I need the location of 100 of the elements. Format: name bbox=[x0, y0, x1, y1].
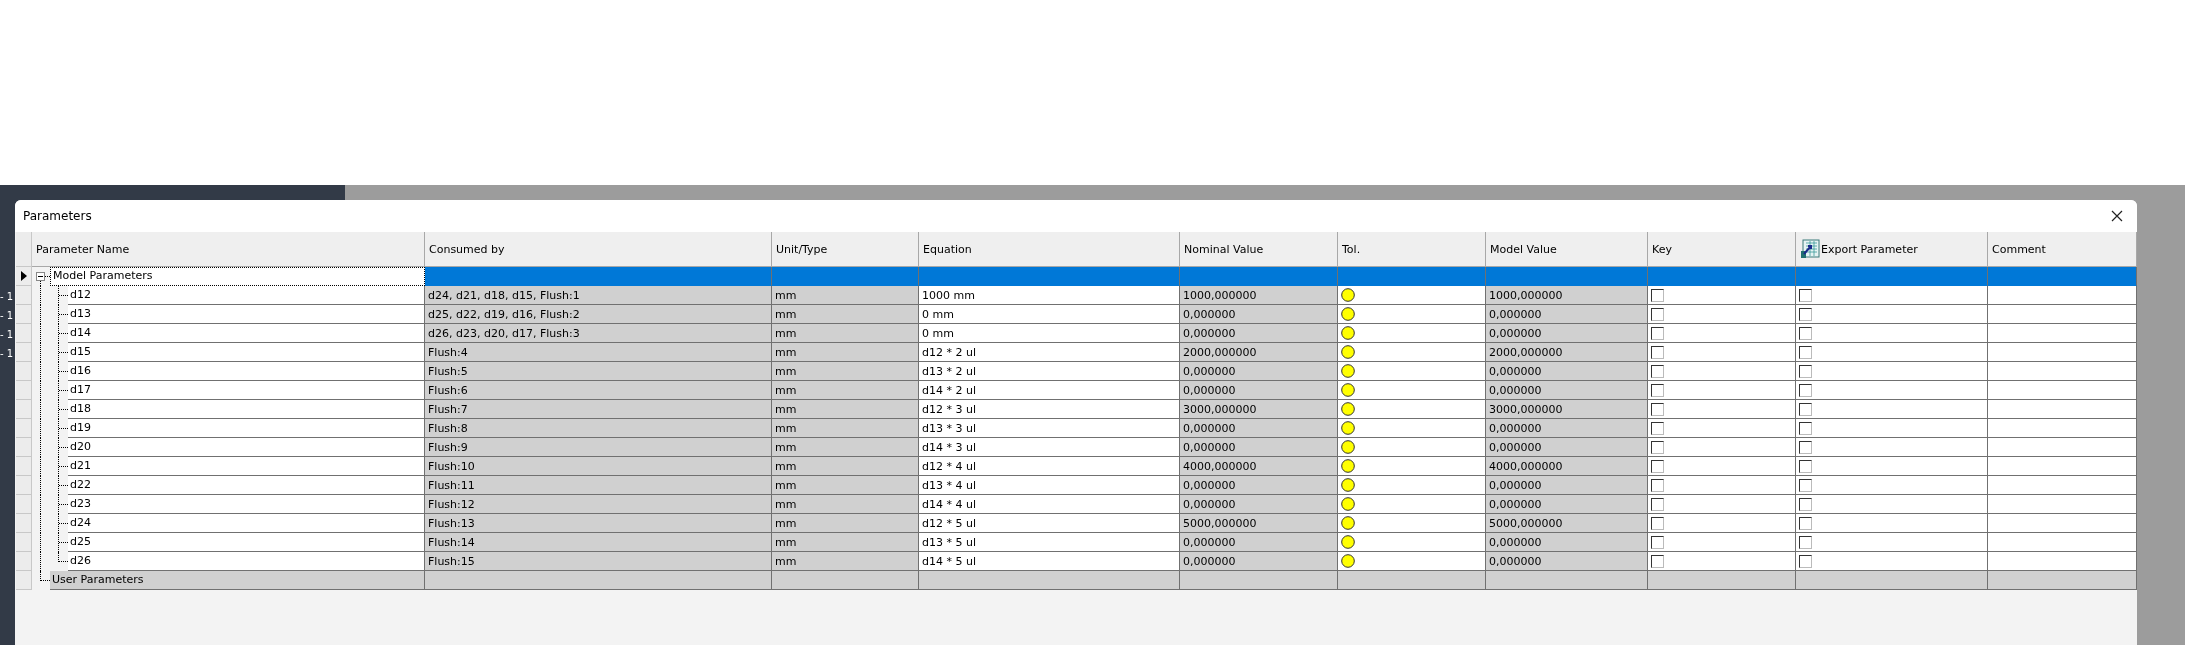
tolerance-icon[interactable] bbox=[1341, 345, 1355, 359]
group-name[interactable]: Model Parameters bbox=[50, 267, 425, 286]
equation-field[interactable]: d12 * 5 ul bbox=[919, 514, 1180, 533]
tolerance-icon[interactable] bbox=[1341, 459, 1355, 473]
key-checkbox[interactable] bbox=[1651, 516, 1664, 530]
key-checkbox[interactable] bbox=[1651, 345, 1664, 359]
export-checkbox[interactable] bbox=[1799, 535, 1812, 549]
export-checkbox[interactable] bbox=[1799, 497, 1812, 511]
export-checkbox[interactable] bbox=[1799, 554, 1812, 568]
parameter-name[interactable]: d21 bbox=[68, 457, 425, 476]
tolerance-icon[interactable] bbox=[1341, 554, 1355, 568]
equation-field[interactable]: d13 * 4 ul bbox=[919, 476, 1180, 495]
parameter-name[interactable]: d24 bbox=[68, 514, 425, 533]
tolerance-icon[interactable] bbox=[1341, 364, 1355, 378]
parameter-name[interactable]: d17 bbox=[68, 381, 425, 400]
column-header[interactable]: Tol. bbox=[1338, 232, 1486, 267]
equation-field[interactable]: d12 * 2 ul bbox=[919, 343, 1180, 362]
comment-cell[interactable] bbox=[1988, 305, 2137, 324]
close-icon[interactable] bbox=[2111, 210, 2123, 222]
tolerance-icon[interactable] bbox=[1341, 288, 1355, 302]
comment-cell[interactable] bbox=[1988, 286, 2137, 305]
parameter-name[interactable]: d12 bbox=[68, 286, 425, 305]
tolerance-icon[interactable] bbox=[1341, 383, 1355, 397]
key-checkbox[interactable] bbox=[1651, 440, 1664, 454]
key-checkbox[interactable] bbox=[1651, 421, 1664, 435]
parameter-name[interactable]: d25 bbox=[68, 533, 425, 552]
column-header[interactable]: Model Value bbox=[1486, 232, 1648, 267]
export-checkbox[interactable] bbox=[1799, 383, 1812, 397]
key-checkbox[interactable] bbox=[1651, 402, 1664, 416]
equation-field[interactable]: 1000 mm bbox=[919, 286, 1180, 305]
export-checkbox[interactable] bbox=[1799, 364, 1812, 378]
column-header[interactable]: Key bbox=[1648, 232, 1796, 267]
row-header[interactable] bbox=[16, 267, 32, 286]
tolerance-icon[interactable] bbox=[1341, 326, 1355, 340]
comment-cell[interactable] bbox=[1988, 514, 2137, 533]
tolerance-icon[interactable] bbox=[1341, 497, 1355, 511]
column-header[interactable]: Export Parameter bbox=[1796, 232, 1988, 267]
equation-field[interactable]: d14 * 3 ul bbox=[919, 438, 1180, 457]
comment-cell[interactable] bbox=[1988, 438, 2137, 457]
comment-cell[interactable] bbox=[1988, 419, 2137, 438]
parameter-name[interactable]: d22 bbox=[68, 476, 425, 495]
comment-cell[interactable] bbox=[1988, 552, 2137, 571]
comment-cell[interactable] bbox=[1988, 495, 2137, 514]
equation-field[interactable]: d12 * 3 ul bbox=[919, 400, 1180, 419]
export-checkbox[interactable] bbox=[1799, 288, 1812, 302]
column-header[interactable]: Consumed by bbox=[425, 232, 772, 267]
collapse-icon[interactable] bbox=[36, 272, 45, 281]
key-checkbox[interactable] bbox=[1651, 364, 1664, 378]
parameter-name[interactable]: d15 bbox=[68, 343, 425, 362]
key-checkbox[interactable] bbox=[1651, 554, 1664, 568]
export-checkbox[interactable] bbox=[1799, 459, 1812, 473]
key-checkbox[interactable] bbox=[1651, 326, 1664, 340]
tolerance-icon[interactable] bbox=[1341, 440, 1355, 454]
comment-cell[interactable] bbox=[1988, 324, 2137, 343]
comment-cell[interactable] bbox=[1988, 343, 2137, 362]
tolerance-icon[interactable] bbox=[1341, 516, 1355, 530]
equation-field[interactable]: d14 * 4 ul bbox=[919, 495, 1180, 514]
equation-field[interactable]: d14 * 2 ul bbox=[919, 381, 1180, 400]
export-checkbox[interactable] bbox=[1799, 478, 1812, 492]
column-header[interactable]: Comment bbox=[1988, 232, 2137, 267]
key-checkbox[interactable] bbox=[1651, 459, 1664, 473]
comment-cell[interactable] bbox=[1988, 400, 2137, 419]
equation-field[interactable]: d13 * 3 ul bbox=[919, 419, 1180, 438]
export-checkbox[interactable] bbox=[1799, 307, 1812, 321]
parameter-name[interactable]: d18 bbox=[68, 400, 425, 419]
comment-cell[interactable] bbox=[1988, 533, 2137, 552]
key-checkbox[interactable] bbox=[1651, 383, 1664, 397]
export-checkbox[interactable] bbox=[1799, 345, 1812, 359]
comment-cell[interactable] bbox=[1988, 476, 2137, 495]
export-checkbox[interactable] bbox=[1799, 516, 1812, 530]
comment-cell[interactable] bbox=[1988, 457, 2137, 476]
tolerance-icon[interactable] bbox=[1341, 421, 1355, 435]
key-checkbox[interactable] bbox=[1651, 288, 1664, 302]
parameter-name[interactable]: d13 bbox=[68, 305, 425, 324]
equation-field[interactable]: d13 * 5 ul bbox=[919, 533, 1180, 552]
tolerance-icon[interactable] bbox=[1341, 535, 1355, 549]
column-header[interactable]: Parameter Name bbox=[32, 232, 425, 267]
export-checkbox[interactable] bbox=[1799, 421, 1812, 435]
parameter-name[interactable]: d19 bbox=[68, 419, 425, 438]
equation-field[interactable]: d12 * 4 ul bbox=[919, 457, 1180, 476]
equation-field[interactable]: d14 * 5 ul bbox=[919, 552, 1180, 571]
parameter-name[interactable]: d16 bbox=[68, 362, 425, 381]
column-header[interactable]: Nominal Value bbox=[1180, 232, 1338, 267]
group-name[interactable]: User Parameters bbox=[50, 571, 425, 590]
export-checkbox[interactable] bbox=[1799, 440, 1812, 454]
comment-cell[interactable] bbox=[1988, 362, 2137, 381]
parameter-name[interactable]: d26 bbox=[68, 552, 425, 571]
comment-cell[interactable] bbox=[1988, 381, 2137, 400]
equation-field[interactable]: 0 mm bbox=[919, 305, 1180, 324]
key-checkbox[interactable] bbox=[1651, 307, 1664, 321]
tolerance-icon[interactable] bbox=[1341, 402, 1355, 416]
column-header[interactable]: Equation bbox=[919, 232, 1180, 267]
key-checkbox[interactable] bbox=[1651, 497, 1664, 511]
export-checkbox[interactable] bbox=[1799, 402, 1812, 416]
export-checkbox[interactable] bbox=[1799, 326, 1812, 340]
key-checkbox[interactable] bbox=[1651, 535, 1664, 549]
tolerance-icon[interactable] bbox=[1341, 307, 1355, 321]
parameter-name[interactable]: d20 bbox=[68, 438, 425, 457]
equation-field[interactable]: d13 * 2 ul bbox=[919, 362, 1180, 381]
parameter-name[interactable]: d14 bbox=[68, 324, 425, 343]
